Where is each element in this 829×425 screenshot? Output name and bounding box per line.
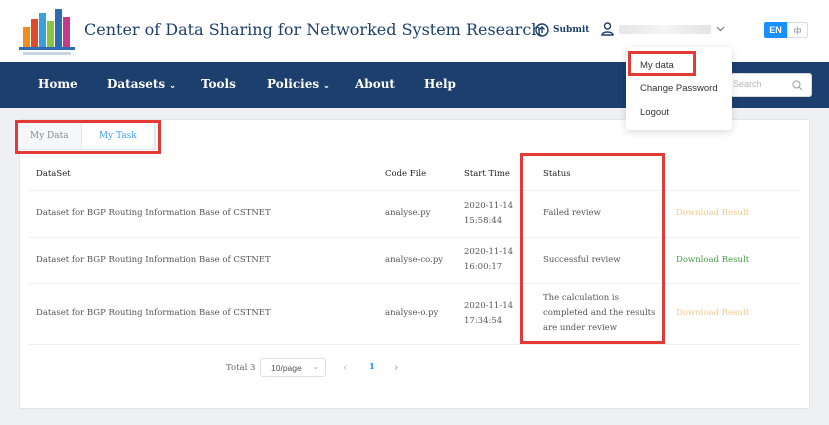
highlight-box-tabs: [15, 120, 161, 154]
nav-item-policies[interactable]: Policies ⌄: [267, 77, 330, 91]
column-header-code-file: Code File: [379, 158, 458, 191]
search-placeholder: Search: [733, 79, 762, 89]
cell-code-file: analyse.py: [379, 190, 458, 238]
chevron-down-icon: ⌄: [312, 362, 319, 371]
pagination: Total 3 10/page ⌄ ‹ 1 ›: [0, 358, 829, 378]
username-redacted: [619, 24, 711, 34]
site-title: Center of Data Sharing for Networked Sys…: [84, 20, 542, 39]
page-size-select[interactable]: 10/page ⌄: [260, 358, 326, 377]
column-header-action: [668, 158, 800, 191]
submit-label: Submit: [553, 25, 590, 35]
cell-dataset: Dataset for BGP Routing Information Base…: [29, 190, 379, 238]
table-row: Dataset for BGP Routing Information Base…: [29, 283, 800, 345]
lang-en-button[interactable]: EN: [764, 22, 787, 38]
menu-item-logout[interactable]: Logout: [640, 107, 669, 118]
site-logo[interactable]: [17, 5, 79, 59]
language-switch: EN: [764, 22, 808, 38]
column-header-dataset: DataSet: [29, 158, 379, 191]
nav-item-home[interactable]: Home: [38, 77, 78, 91]
chevron-down-icon: [716, 26, 725, 32]
chevron-down-icon: ⌄: [169, 80, 176, 90]
highlight-box-my-data: [628, 51, 696, 76]
menu-item-change-password[interactable]: Change Password: [640, 83, 718, 94]
nav-item-datasets[interactable]: Datasets ⌄: [107, 77, 176, 91]
next-page-icon[interactable]: ›: [394, 361, 398, 374]
download-result-link[interactable]: Download Result: [668, 283, 800, 345]
cell-code-file: analyse-co.py: [379, 237, 458, 284]
prev-page-icon[interactable]: ‹: [343, 361, 347, 374]
nav-item-help[interactable]: Help: [424, 77, 456, 91]
table-row: Dataset for BGP Routing Information Base…: [29, 190, 800, 238]
lang-zh-icon[interactable]: [787, 22, 808, 38]
highlight-box-status: [520, 153, 665, 344]
table-row: Dataset for BGP Routing Information Base…: [29, 237, 800, 284]
nav-item-tools[interactable]: Tools: [201, 77, 236, 91]
download-result-link[interactable]: Download Result: [668, 237, 800, 284]
pagination-total: Total 3: [226, 363, 256, 373]
task-table: DataSet Code File Start Time Status Data…: [29, 158, 800, 345]
nav-item-about[interactable]: About: [355, 77, 395, 91]
download-result-link[interactable]: Download Result: [668, 190, 800, 238]
cell-dataset: Dataset for BGP Routing Information Base…: [29, 283, 379, 345]
cell-dataset: Dataset for BGP Routing Information Base…: [29, 237, 379, 284]
page-size-value: 10/page: [271, 363, 302, 373]
user-icon: [601, 22, 614, 36]
submit-button[interactable]: Submit: [535, 23, 589, 37]
upload-circle-icon: [535, 23, 549, 37]
chevron-down-icon: ⌄: [323, 80, 330, 90]
user-menu-toggle[interactable]: [601, 22, 725, 36]
page-number-current[interactable]: 1: [369, 362, 375, 372]
search-icon[interactable]: [792, 80, 803, 91]
table-header-row: DataSet Code File Start Time Status: [29, 158, 800, 191]
cell-code-file: analyse-o.py: [379, 283, 458, 345]
